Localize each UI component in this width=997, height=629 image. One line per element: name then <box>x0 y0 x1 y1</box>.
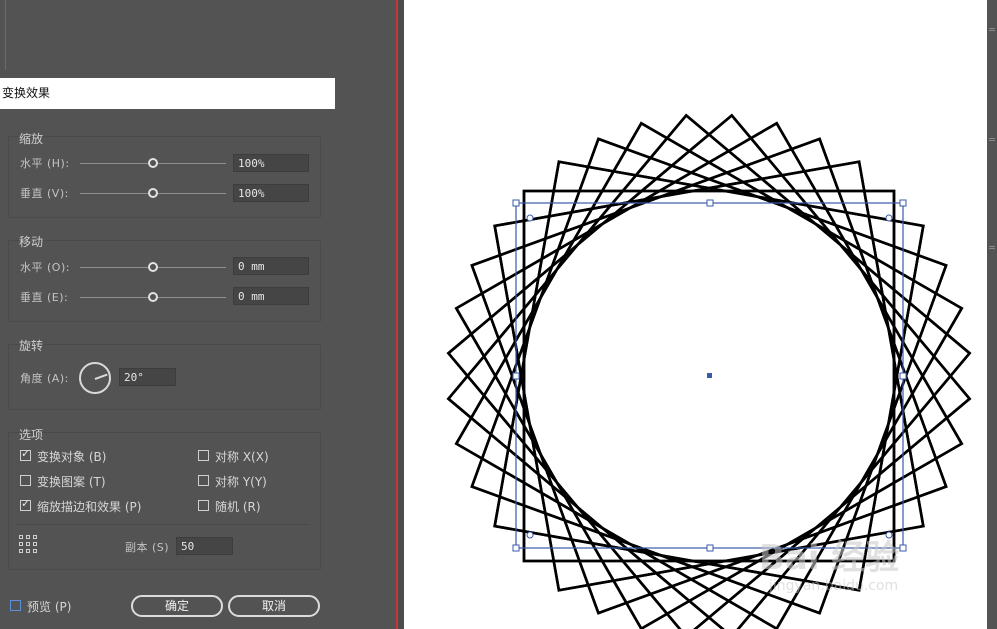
selection-handle[interactable] <box>706 199 714 207</box>
center-point <box>707 373 712 378</box>
rotate-angle-input[interactable]: 20° <box>119 368 176 386</box>
move-horizontal-input[interactable]: 0 mm <box>233 257 309 275</box>
selection-handle[interactable] <box>899 199 907 207</box>
scale-horizontal-slider-knob[interactable] <box>148 158 158 168</box>
random-checkbox[interactable] <box>198 500 209 511</box>
watermark-url: jingyan.baidu.com <box>769 578 899 594</box>
preview-label[interactable]: 预览 (P) <box>27 598 71 615</box>
scale-vertical-slider-knob[interactable] <box>148 188 158 198</box>
move-group <box>8 240 321 322</box>
reference-point-icon[interactable] <box>19 535 37 553</box>
selection-handle[interactable] <box>899 372 907 380</box>
dialog-title[interactable]: 变换效果 <box>0 78 335 109</box>
move-vertical-slider-knob[interactable] <box>148 292 158 302</box>
scale-horizontal-input[interactable]: 100% <box>233 154 309 172</box>
move-vertical-input[interactable]: 0 mm <box>233 287 309 305</box>
corner-widget[interactable] <box>885 214 893 222</box>
options-separator <box>16 524 310 525</box>
right-scroll-strip <box>987 0 997 629</box>
scale-strokes-checkbox[interactable] <box>20 497 31 511</box>
rotate-angle-label: 角度 (A): <box>20 372 69 385</box>
scale-vertical-input[interactable]: 100% <box>233 184 309 202</box>
watermark: Bai 经验 jingyan.baidu.com <box>759 520 959 610</box>
preview-checkbox[interactable] <box>10 600 21 611</box>
scale-vertical-label: 垂直 (V): <box>20 187 69 200</box>
scale-group <box>8 136 321 218</box>
selection-handle[interactable] <box>512 372 520 380</box>
scale-horizontal-label: 水平 (H): <box>20 157 70 170</box>
ok-button[interactable]: 确定 <box>131 595 223 617</box>
transform-objects-checkbox[interactable] <box>20 447 31 461</box>
reflect-x-label[interactable]: 对称 X(X) <box>215 448 269 465</box>
reflect-y-label[interactable]: 对称 Y(Y) <box>215 473 267 490</box>
reflect-x-checkbox[interactable] <box>198 450 209 461</box>
rotate-angle-dial[interactable] <box>79 362 111 394</box>
move-vertical-label: 垂直 (E): <box>20 291 69 304</box>
transform-objects-label[interactable]: 变换对象 (B) <box>37 448 106 465</box>
options-group-title: 选项 <box>19 428 44 442</box>
reflect-y-checkbox[interactable] <box>198 475 209 486</box>
corner-widget[interactable] <box>526 531 534 539</box>
move-group-title: 移动 <box>19 235 44 249</box>
move-horizontal-label: 水平 (O): <box>20 261 70 274</box>
selection-handle[interactable] <box>512 544 520 552</box>
transform-patterns-label[interactable]: 变换图案 (T) <box>37 473 106 490</box>
transform-patterns-checkbox[interactable] <box>20 475 31 486</box>
rotate-group-title: 旋转 <box>19 339 44 353</box>
corner-widget[interactable] <box>526 214 534 222</box>
artboard-canvas[interactable]: Bai 经验 jingyan.baidu.com <box>404 0 987 629</box>
copies-input[interactable]: 50 <box>176 537 233 555</box>
copies-label: 副本 (S) <box>125 541 170 554</box>
selection-handle[interactable] <box>512 199 520 207</box>
random-label[interactable]: 随机 (R) <box>215 498 261 515</box>
move-horizontal-slider-knob[interactable] <box>148 262 158 272</box>
cancel-button[interactable]: 取消 <box>228 595 320 617</box>
scale-strokes-label[interactable]: 缩放描边和效果 (P) <box>37 498 141 515</box>
selection-handle[interactable] <box>706 544 714 552</box>
scale-group-title: 缩放 <box>19 132 44 146</box>
watermark-logo: Bai 经验 <box>759 538 900 578</box>
